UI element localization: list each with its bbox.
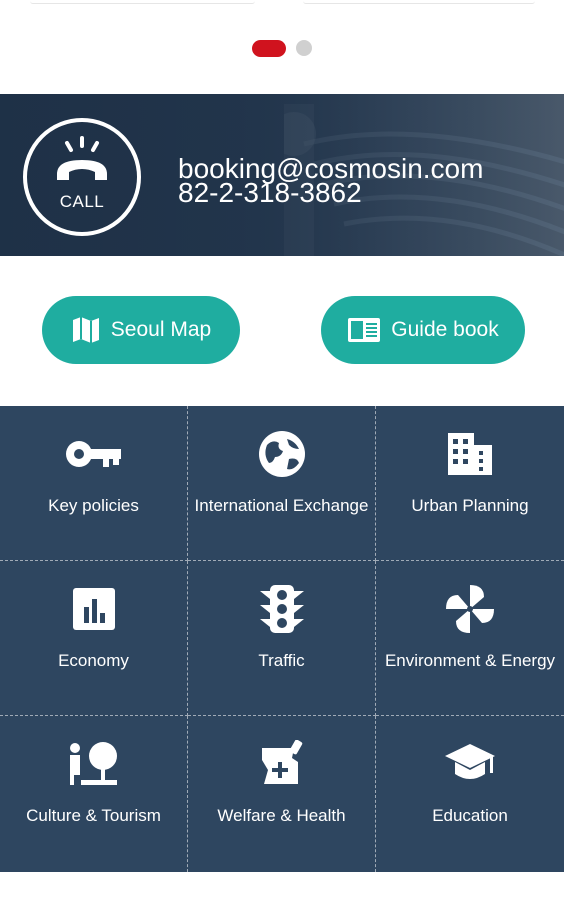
category-label: Economy: [58, 651, 129, 670]
guide-book-label: Guide book: [391, 318, 499, 341]
category-economy[interactable]: Economy: [0, 561, 188, 716]
screen: CALL booking@cosmosin.com 82-2-318-3862 …: [0, 0, 564, 900]
category-welfare-health[interactable]: Welfare & Health: [188, 716, 376, 872]
category-education[interactable]: Education: [376, 716, 564, 872]
category-label: International Exchange: [194, 496, 369, 515]
seoul-map-label: Seoul Map: [110, 318, 212, 341]
category-environment-energy[interactable]: Environment & Energy: [376, 561, 564, 716]
guide-book-button[interactable]: Guide book: [321, 296, 525, 364]
category-label: Culture & Tourism: [26, 806, 161, 825]
pinwheel-icon: [376, 585, 564, 633]
building-icon: [376, 430, 564, 478]
carousel-pagination: [0, 39, 564, 57]
phone-icon: [57, 136, 107, 180]
carousel-edge: [0, 0, 564, 6]
category-key-policies[interactable]: Key policies: [0, 406, 188, 561]
graduation-cap-icon: [376, 740, 564, 788]
tourism-icon: [0, 740, 187, 788]
contact-phone[interactable]: 82-2-318-3862: [178, 176, 362, 210]
carousel-card-next[interactable]: [303, 0, 535, 4]
category-label: Traffic: [258, 651, 305, 670]
pagination-dot-active[interactable]: [252, 39, 286, 57]
category-label: Key policies: [48, 496, 139, 515]
carousel-card-previous[interactable]: [30, 0, 255, 4]
map-icon: [72, 317, 99, 343]
category-label: Education: [432, 806, 508, 825]
traffic-light-icon: [188, 585, 375, 633]
category-label: Urban Planning: [411, 496, 529, 515]
contact-banner: CALL booking@cosmosin.com 82-2-318-3862: [0, 94, 564, 256]
globe-icon: [188, 430, 375, 478]
medical-icon: [188, 740, 375, 788]
category-traffic[interactable]: Traffic: [188, 561, 376, 716]
category-grid: Key policies International Exchange Urba…: [0, 406, 564, 872]
category-label: Welfare & Health: [217, 806, 346, 825]
book-icon: [348, 318, 381, 342]
bar-chart-icon: [0, 585, 187, 633]
pagination-dot[interactable]: [296, 40, 312, 56]
call-label: CALL: [59, 192, 105, 211]
category-culture-tourism[interactable]: Culture & Tourism: [0, 716, 188, 872]
category-label: Environment & Energy: [384, 651, 556, 670]
category-urban-planning[interactable]: Urban Planning: [376, 406, 564, 561]
call-button[interactable]: CALL: [23, 118, 141, 236]
seoul-map-button[interactable]: Seoul Map: [42, 296, 240, 364]
key-icon: [0, 430, 187, 478]
category-international-exchange[interactable]: International Exchange: [188, 406, 376, 561]
